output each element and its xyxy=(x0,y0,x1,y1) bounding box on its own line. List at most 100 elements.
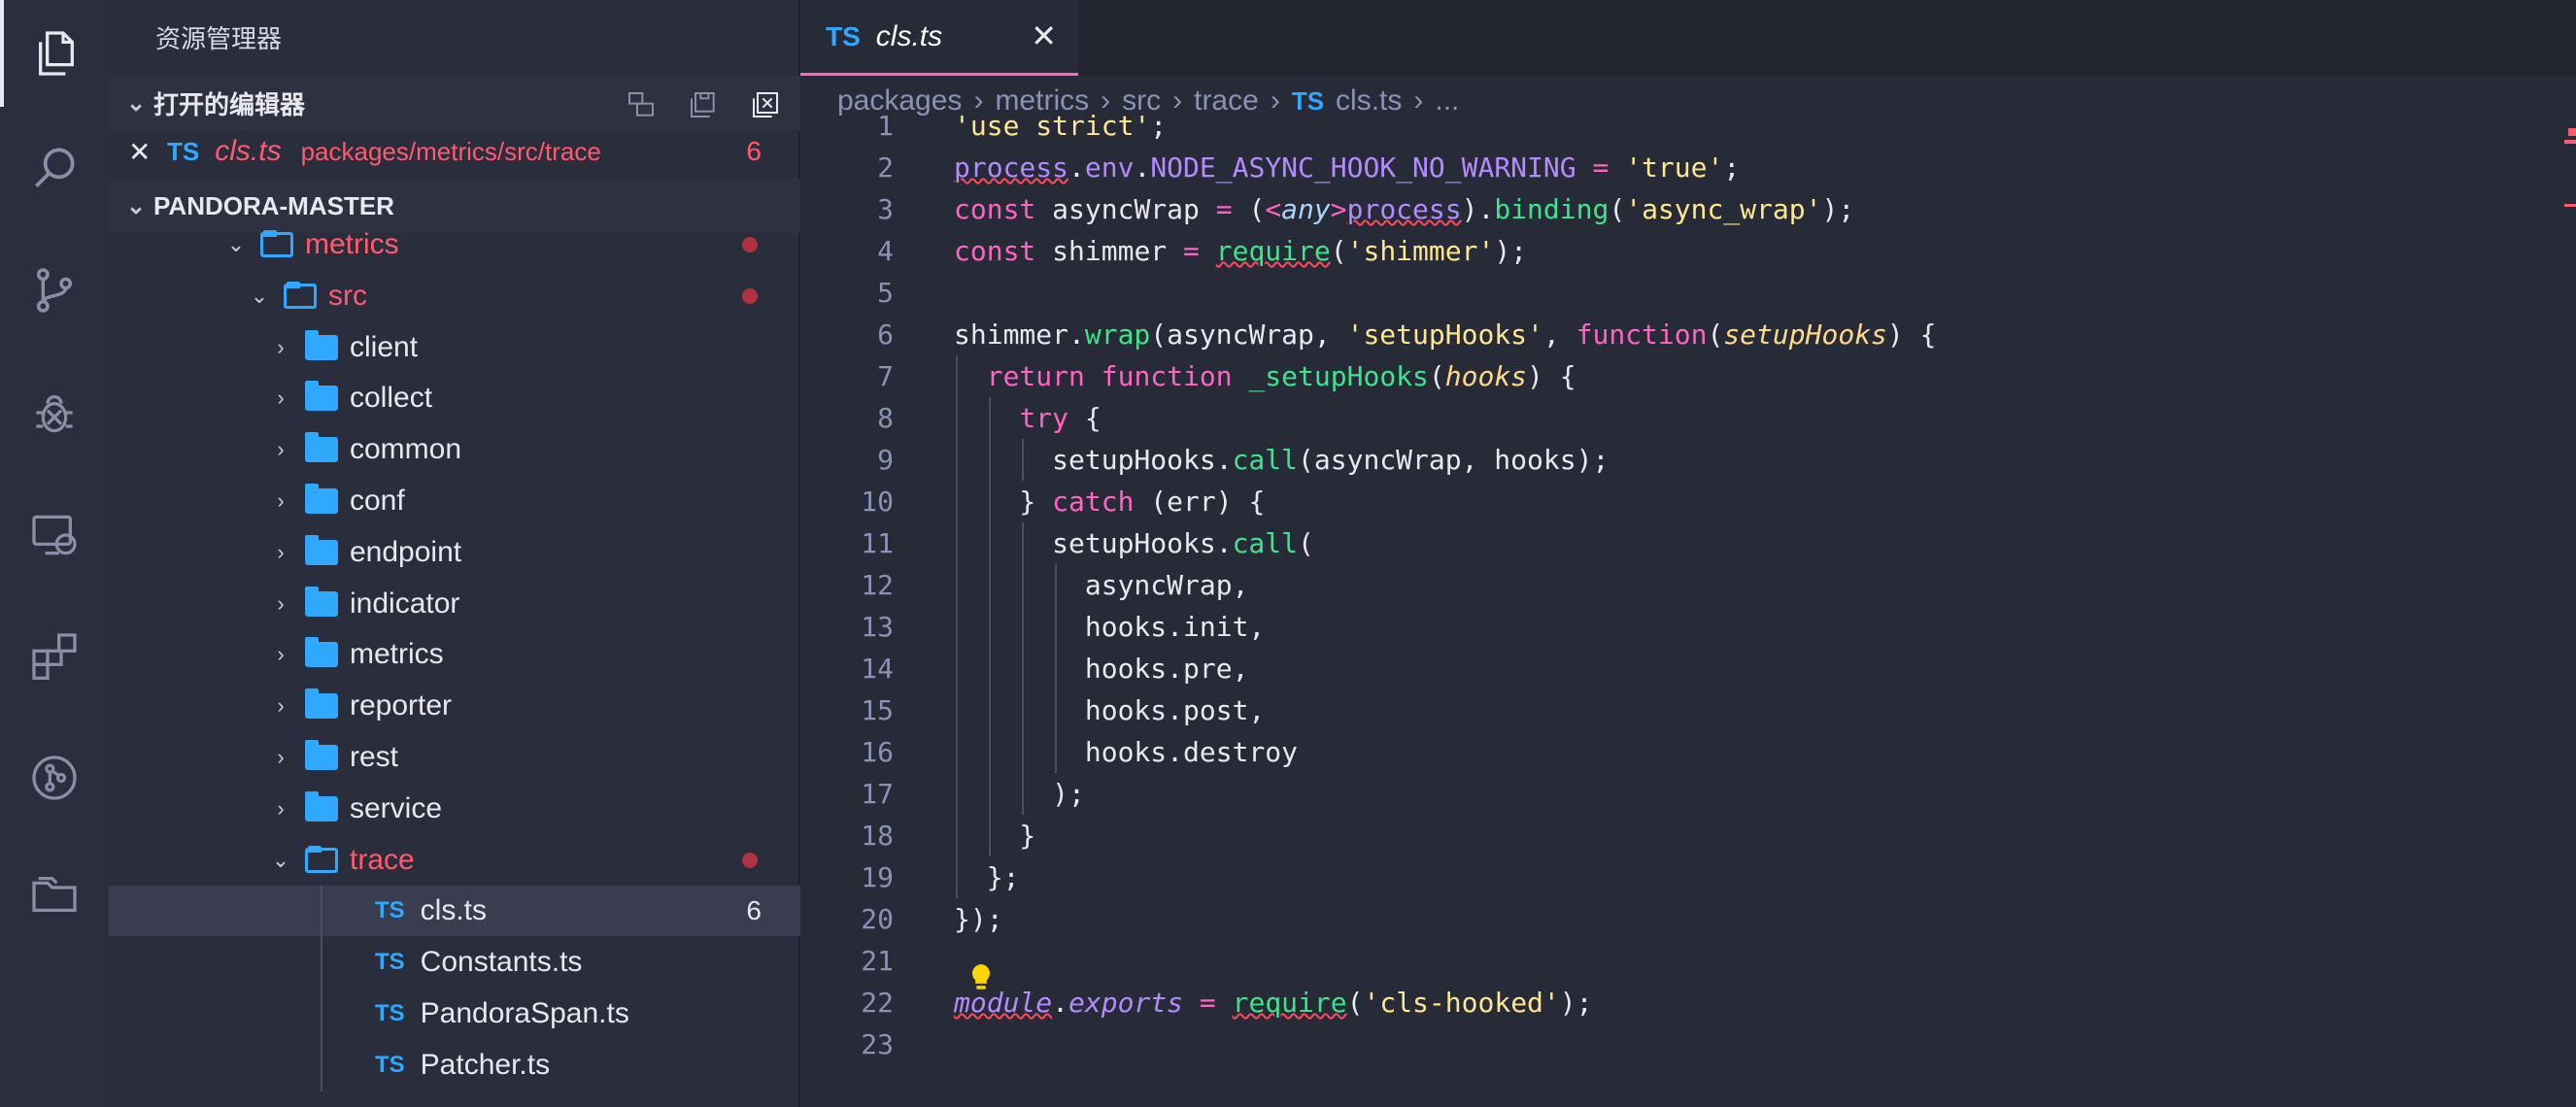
tab-cls-ts[interactable]: TS cls.ts ✕ xyxy=(800,0,1078,76)
tree-item-patcher-ts[interactable]: TS Patcher.ts xyxy=(109,1040,800,1090)
tree-item-label: common xyxy=(350,433,462,466)
line-number: 21 xyxy=(861,945,894,977)
tab-label: cls.ts xyxy=(875,19,943,52)
files-icon[interactable] xyxy=(0,0,109,107)
tree-item-constants-ts[interactable]: TS Constants.ts xyxy=(109,937,800,988)
tree-item-label: metrics xyxy=(305,228,399,260)
problem-dot xyxy=(742,852,758,868)
ts-icon: TS xyxy=(375,897,405,924)
folder-icon xyxy=(305,534,338,565)
new-file-icon[interactable] xyxy=(620,85,662,124)
line-number: 10 xyxy=(861,486,894,518)
close-icon[interactable]: ✕ xyxy=(128,136,167,168)
line-number: 7 xyxy=(877,360,894,392)
line-number: 6 xyxy=(877,319,894,351)
tree-item-src[interactable]: ⌄ src xyxy=(109,271,800,321)
tree-item-endpoint[interactable]: › endpoint xyxy=(109,527,800,578)
line-number: 8 xyxy=(877,402,894,434)
line-number: 13 xyxy=(861,611,894,643)
tree-item-label: rest xyxy=(350,741,399,773)
tree-item-client[interactable]: › client xyxy=(109,322,800,373)
tree-item-trace[interactable]: ⌄ trace xyxy=(109,835,800,886)
sidebar-title: 资源管理器 xyxy=(155,24,283,53)
debug-icon[interactable] xyxy=(0,359,109,466)
problem-dot xyxy=(742,287,758,304)
tree-item-label: reporter xyxy=(350,689,453,722)
line-number: 17 xyxy=(861,778,894,810)
open-editor-item[interactable]: ✕ TS cls.ts packages/metrics/src/trace 6 xyxy=(109,126,800,177)
search-icon[interactable] xyxy=(0,115,109,221)
tree-item-label: cls.ts xyxy=(420,894,488,927)
chevron-right-icon: › xyxy=(277,437,285,462)
tree-item-cls-ts[interactable]: TS cls.ts 6 xyxy=(109,886,800,937)
folder-open-icon xyxy=(305,845,338,873)
tree-item-service[interactable]: › service xyxy=(109,784,800,834)
minimap-error-marker xyxy=(2564,140,2576,144)
folder-open-icon xyxy=(284,281,317,309)
tree-item-label: Patcher.ts xyxy=(420,1048,551,1081)
ts-icon: TS xyxy=(375,949,405,976)
line-number: 9 xyxy=(877,444,894,476)
open-editors-header[interactable]: ⌄ 打开的编辑器 xyxy=(109,76,800,130)
tree-item-common[interactable]: › common xyxy=(109,424,800,475)
chevron-down-icon: ⌄ xyxy=(226,232,246,256)
line-number: 20 xyxy=(861,903,894,935)
tree-item-collect[interactable]: › collect xyxy=(109,373,800,423)
tree-item-rest[interactable]: › rest xyxy=(109,732,800,783)
tree-item-indicator[interactable]: › indicator xyxy=(109,579,800,629)
tree-item-pandoraspan-ts[interactable]: TS PandoraSpan.ts xyxy=(109,989,800,1039)
project-manager-icon[interactable] xyxy=(0,841,109,948)
problem-count: 6 xyxy=(746,895,762,926)
chevron-right-icon: › xyxy=(277,334,285,359)
line-number: 23 xyxy=(861,1028,894,1060)
save-all-icon[interactable] xyxy=(682,85,725,124)
ts-icon: TS xyxy=(826,20,861,51)
tree-item-metrics[interactable]: ⌄ metrics xyxy=(109,219,800,270)
chevron-right-icon: › xyxy=(277,693,285,719)
line-number: 18 xyxy=(861,820,894,852)
extensions-icon[interactable] xyxy=(0,602,109,709)
chevron-right-icon: › xyxy=(277,386,285,411)
close-icon[interactable]: ✕ xyxy=(1031,17,1057,54)
folder-icon xyxy=(305,790,338,822)
tree-item-label: indicator xyxy=(350,587,460,620)
chevron-down-icon: ⌄ xyxy=(125,192,147,219)
workspace-label: PANDORA-MASTER xyxy=(153,190,394,220)
tree-item-metrics[interactable]: › metrics xyxy=(109,629,800,680)
editor-area: TS cls.ts ✕ packages › metrics › src › trac… xyxy=(800,0,2576,1107)
folder-icon xyxy=(305,432,338,463)
folder-icon xyxy=(305,381,338,412)
tree-item-label: PandoraSpan.ts xyxy=(420,997,629,1029)
line-number: 11 xyxy=(861,527,894,559)
ts-icon: TS xyxy=(167,136,200,166)
line-number: 19 xyxy=(861,861,894,893)
activity-bar xyxy=(0,0,109,1107)
tree-indent-guide xyxy=(321,886,322,1091)
close-all-icon[interactable] xyxy=(744,85,787,124)
lightbulb-icon[interactable] xyxy=(967,961,995,994)
ts-icon: TS xyxy=(375,1051,405,1078)
tree-item-label: endpoint xyxy=(350,535,462,568)
minimap-error-marker xyxy=(2568,128,2576,136)
folder-open-icon xyxy=(260,230,293,257)
git-graph-icon[interactable] xyxy=(0,724,109,831)
chevron-right-icon: › xyxy=(277,539,285,564)
line-number: 15 xyxy=(861,694,894,726)
line-number: 2 xyxy=(877,151,894,184)
tree-item-reporter[interactable]: › reporter xyxy=(109,681,800,731)
ts-icon: TS xyxy=(375,1000,405,1026)
folder-icon xyxy=(305,688,338,720)
remote-explorer-icon[interactable] xyxy=(0,482,109,588)
folder-icon xyxy=(305,484,338,514)
tree-item-label: Constants.ts xyxy=(420,946,583,979)
line-number: 12 xyxy=(861,569,894,601)
chevron-right-icon: › xyxy=(277,488,285,513)
tree-item-conf[interactable]: › conf xyxy=(109,476,800,526)
folder-icon xyxy=(305,586,338,617)
source-control-icon[interactable] xyxy=(0,237,109,344)
tree-item-label: src xyxy=(328,279,367,312)
problem-count: 6 xyxy=(746,136,762,166)
tree-item-label: collect xyxy=(350,382,433,415)
chevron-down-icon: ⌄ xyxy=(125,89,147,117)
tree-item-label: conf xyxy=(350,485,405,517)
